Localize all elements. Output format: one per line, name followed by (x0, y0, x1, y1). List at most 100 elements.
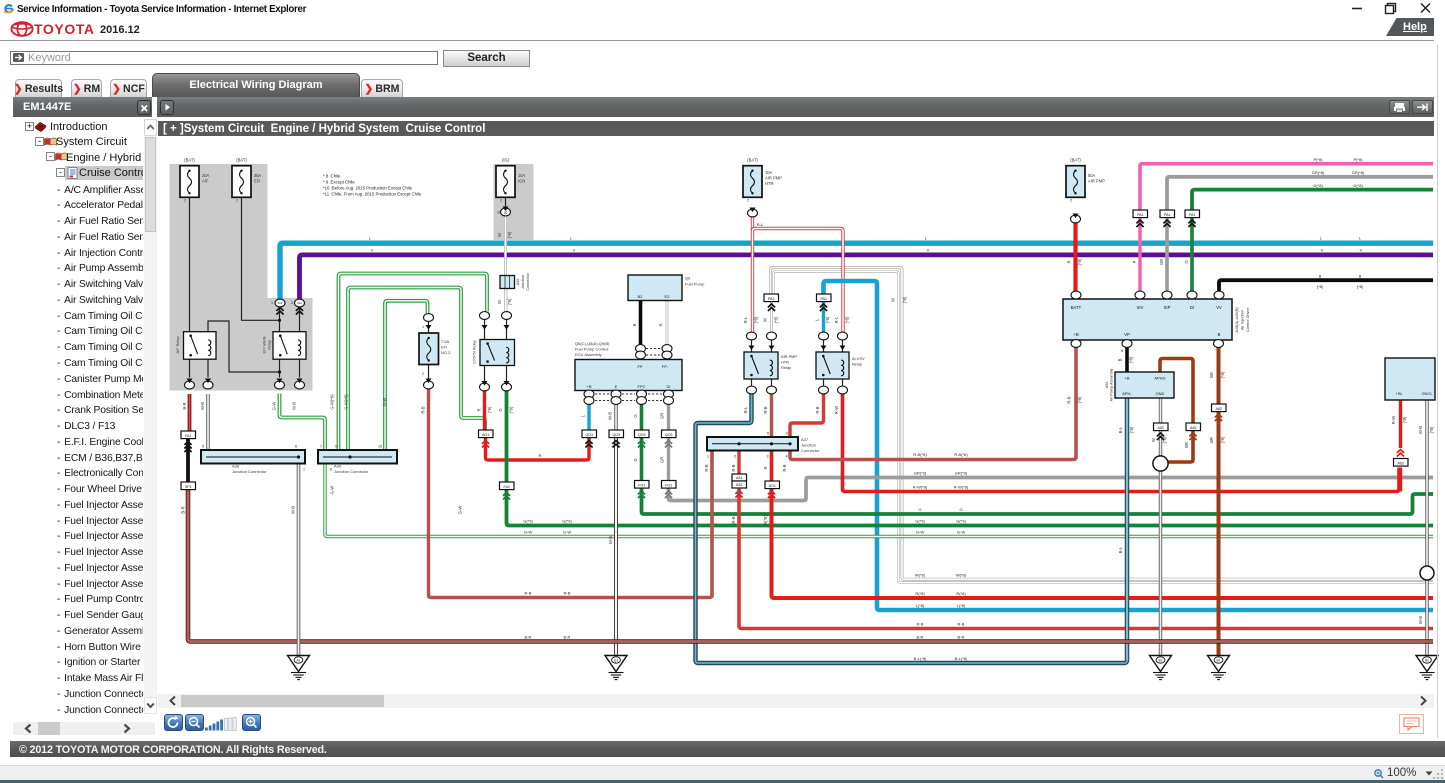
svg-text:Junction: Junction (801, 443, 816, 448)
svg-text:3: 3 (767, 455, 769, 459)
svg-text:B-R: B-R (525, 635, 532, 640)
svg-text:G-W: G-W (330, 486, 335, 495)
svg-text:A38: A38 (232, 464, 240, 469)
svg-text:GR(*8): GR(*8) (1312, 170, 1325, 175)
svg-text:R-W: R-W (834, 406, 839, 414)
svg-text:R-B: R-B (958, 622, 965, 627)
svg-text:W: W (497, 300, 502, 304)
svg-text:A48(A),A49(B): A48(A),A49(B) (1234, 307, 1239, 333)
svg-text:B2: B2 (638, 294, 644, 299)
svg-text:FO1: FO1 (665, 483, 672, 487)
svg-text:DI: DI (667, 384, 671, 389)
svg-text:2: 2 (184, 199, 186, 203)
svg-text:FP-: FP- (662, 364, 669, 369)
svg-text:W-B: W-B (608, 536, 613, 544)
svg-text:20A: 20A (202, 173, 210, 178)
svg-text:(*8): (*8) (1129, 356, 1134, 363)
svg-text:FP: FP (637, 364, 642, 369)
svg-text:VV: VV (1216, 305, 1222, 310)
svg-text:AIR PMP: AIR PMP (765, 176, 782, 181)
svg-text:B-R: B-R (958, 635, 965, 640)
svg-text:Fuel Pump Control: Fuel Pump Control (575, 347, 608, 352)
svg-text:R-W(*8): R-W(*8) (954, 485, 969, 490)
svg-text:W: W (763, 318, 768, 322)
svg-text:G: G (633, 458, 638, 461)
svg-text:GR(*9): GR(*9) (914, 471, 927, 476)
svg-text:IGN: IGN (518, 179, 525, 184)
svg-text:B: B (1118, 358, 1123, 361)
svg-text:PA1: PA1 (820, 297, 827, 301)
svg-text:R-B: R-B (1067, 396, 1072, 403)
svg-text:B2: B2 (1425, 658, 1429, 662)
svg-text:FPC: FPC (638, 384, 646, 389)
svg-text:(*8): (*8) (825, 316, 830, 323)
svg-text:1: 1 (422, 325, 424, 329)
svg-text:NO.2: NO.2 (441, 350, 451, 355)
svg-text:R-L: R-L (757, 222, 764, 227)
svg-text:A39: A39 (334, 464, 342, 469)
svg-text:R-W(*8): R-W(*8) (913, 485, 928, 490)
svg-text:7.5A: 7.5A (441, 339, 450, 344)
svg-text:GNCL: GNCL (1421, 391, 1433, 396)
svg-text:B-L(*8): B-L(*8) (914, 656, 927, 661)
svg-text:Q1: Q1 (614, 658, 618, 662)
svg-text:A/F Relay: A/F Relay (175, 336, 180, 353)
svg-text:G-W: G-W (916, 530, 924, 535)
svg-text:Air Injection: Air Injection (1240, 310, 1245, 330)
svg-text:A82: A82 (1216, 407, 1222, 411)
svg-text:Fuel Pump: Fuel Pump (685, 282, 705, 287)
svg-text:B-L: B-L (1118, 546, 1123, 553)
svg-text:7: 7 (320, 445, 322, 449)
svg-text:Q6(C),Q8(A),Q9(B): Q6(C),Q8(A),Q9(B) (575, 341, 610, 346)
svg-text:5: 5 (767, 432, 769, 436)
svg-text:G: G (918, 507, 921, 512)
svg-text:Q6: Q6 (685, 276, 691, 281)
svg-text:HTR: HTR (781, 360, 789, 365)
svg-text:G: G (633, 414, 638, 417)
svg-text:(*9): (*9) (507, 231, 512, 238)
svg-text:ECU Assembly: ECU Assembly (575, 352, 602, 357)
svg-text:FO1: FO1 (638, 483, 645, 487)
svg-text:L: L (369, 236, 372, 241)
svg-text:R-L: R-L (743, 316, 748, 323)
svg-text:VP: VP (1124, 332, 1130, 337)
svg-text:6: 6 (786, 432, 788, 436)
svg-text:FA1: FA1 (185, 434, 191, 438)
svg-text:B: B (1218, 332, 1221, 337)
svg-text:L(*8): L(*8) (957, 603, 966, 608)
svg-text:BR: BR (1209, 437, 1214, 443)
svg-text:A50: A50 (1105, 382, 1109, 389)
svg-text:G-W: G-W (957, 530, 965, 535)
svg-text:W(*8): W(*8) (915, 573, 926, 578)
svg-text:C/OPN Relay: C/OPN Relay (472, 340, 477, 363)
svg-text:B-L(*8): B-L(*8) (955, 656, 968, 661)
svg-text:GR(*8): GR(*8) (1352, 170, 1365, 175)
svg-text:P(*8): P(*8) (1353, 157, 1363, 162)
svg-text:W-B: W-B (608, 412, 613, 420)
svg-text:V: V (1321, 248, 1324, 253)
svg-text:9: 9 (335, 445, 337, 449)
svg-text:6: 6 (295, 445, 297, 449)
svg-text:A/F: A/F (202, 179, 209, 184)
svg-text:R-B: R-B (917, 622, 924, 627)
svg-text:4: 4 (786, 455, 788, 459)
svg-text:R(*8): R(*8) (915, 591, 925, 596)
svg-text:R-B: R-B (731, 464, 736, 471)
svg-text:+B: +B (1073, 332, 1078, 337)
svg-text:(BAT): (BAT) (184, 158, 195, 163)
svg-text:(*8): (*8) (845, 316, 850, 323)
svg-text:G(*9): G(*9) (956, 519, 966, 524)
svg-text:R-B(*8): R-B(*8) (913, 452, 927, 457)
svg-text:Ai-VSV: Ai-VSV (852, 356, 865, 361)
svg-text:Relay: Relay (852, 362, 862, 367)
svg-text:L: L (581, 414, 586, 417)
svg-text:BR: BR (1209, 372, 1214, 378)
svg-text:B-R: B-R (917, 635, 924, 640)
svg-text:5: 5 (202, 445, 204, 449)
svg-text:G(*9): G(*9) (562, 519, 572, 524)
svg-text:A82: A82 (1158, 426, 1164, 430)
svg-text:Relay: Relay (781, 365, 791, 370)
svg-text:E2: E2 (665, 294, 671, 299)
svg-text:20: 20 (504, 211, 508, 215)
svg-text:R(*8): R(*8) (956, 591, 966, 596)
